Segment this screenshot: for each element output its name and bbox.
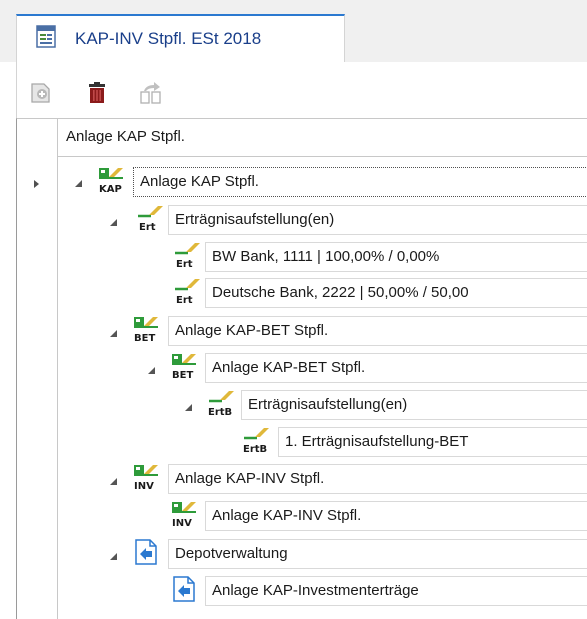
ertb-form-icon: ErtB [208,391,234,418]
tree-node-anlage-kap[interactable]: Anlage KAP Stpfl. [133,167,587,197]
tree-node-anlage-kap-inv[interactable]: Anlage KAP-INV Stpfl. [168,464,587,494]
tree-node-depotverwaltung[interactable]: Depotverwaltung [168,539,587,569]
tree-node-erste-ertraegnisaufstellung-bet[interactable]: 1. Erträgnisaufstellung-BET [278,427,587,457]
icon-code-text: BET [172,370,193,381]
inv-form-icon: INV [134,465,158,492]
tree-node-anlage-kap-bet-child[interactable]: Anlage KAP-BET Stpfl. [205,353,587,383]
collapse-toggle-icon[interactable] [110,219,117,226]
icon-code-text: INV [172,518,192,529]
move-arrow-icon[interactable] [140,82,162,104]
collapse-toggle-icon[interactable] [75,180,82,187]
tree-grid: Anlage KAP Stpfl. KAP Anlage KAP Stpfl. … [16,118,587,619]
icon-code-text: INV [134,481,154,492]
tree-node-label: Erträgnisaufstellung(en) [248,396,408,413]
ertb-form-icon: ErtB [243,428,269,455]
tree-node-anlage-kap-bet[interactable]: Anlage KAP-BET Stpfl. [168,316,587,346]
icon-code-text: Ert [139,222,156,233]
icon-code-text: ErtB [208,407,232,418]
tree-node-label: Erträgnisaufstellung(en) [175,211,335,228]
tab-strip: KAP-INV Stpfl. ESt 2018 [0,0,587,62]
collapse-toggle-icon[interactable] [110,553,117,560]
collapse-toggle-icon[interactable] [110,330,117,337]
icon-code-text: BET [134,333,155,344]
kap-form-icon: KAP [99,168,123,195]
tab-title: KAP-INV Stpfl. ESt 2018 [75,29,262,48]
tree-node-label: BW Bank, 1111 | 100,00% / 0,00% [212,248,440,265]
bet-form-icon: BET [134,317,158,344]
tree-node-label: Anlage KAP-INV Stpfl. [212,507,362,524]
form-document-icon [36,25,56,48]
icon-code-text: Ert [176,259,193,270]
collapse-toggle-icon[interactable] [185,404,192,411]
icon-code-text: ErtB [243,444,267,455]
tree-node-bw-bank[interactable]: BW Bank, 1111 | 100,00% / 0,00% [205,242,587,272]
tree-node-label: Anlage KAP-Investmenterträge [212,582,419,599]
ert-form-icon: Ert [175,243,200,270]
inv-form-icon: INV [172,502,196,529]
icon-code-text: KAP [99,184,122,195]
collapse-toggle-icon[interactable] [148,367,155,374]
ert-form-icon: Ert [175,279,200,306]
bet-form-icon: BET [172,354,196,381]
tree-node-label: Anlage KAP-BET Stpfl. [175,322,329,339]
ert-form-icon: Ert [138,206,163,233]
trash-icon[interactable] [86,82,108,104]
tree-node-label: Deutsche Bank, 2222 | 50,00% / 50,00 [212,284,469,301]
row-indicator-column [17,119,58,619]
tree-node-label: Anlage KAP-BET Stpfl. [212,359,366,376]
tree-node-label: Anlage KAP-INV Stpfl. [175,470,325,487]
current-row-indicator-icon [34,180,39,188]
tree-node-ertraegnisaufstellung-bet[interactable]: Erträgnisaufstellung(en) [241,390,587,420]
document-add-icon[interactable] [30,82,52,104]
tree-node-anlage-kap-investmentertraege[interactable]: Anlage KAP-Investmenterträge [205,576,587,606]
document-tab[interactable]: KAP-INV Stpfl. ESt 2018 [16,14,345,62]
tree-node-deutsche-bank[interactable]: Deutsche Bank, 2222 | 50,00% / 50,00 [205,278,587,308]
icon-code-text: Ert [176,295,193,306]
tree-node-ertraegnisaufstellung[interactable]: Erträgnisaufstellung(en) [168,205,587,235]
depot-document-icon [173,576,195,602]
column-header[interactable]: Anlage KAP Stpfl. [57,119,587,157]
tree-node-label: Depotverwaltung [175,545,288,562]
depot-document-icon [135,539,157,565]
tree-node-anlage-kap-inv-child[interactable]: Anlage KAP-INV Stpfl. [205,501,587,531]
toolbar [16,62,587,118]
tree-node-label: Anlage KAP Stpfl. [140,173,259,190]
tree-node-label: 1. Erträgnisaufstellung-BET [285,433,469,450]
collapse-toggle-icon[interactable] [110,478,117,485]
